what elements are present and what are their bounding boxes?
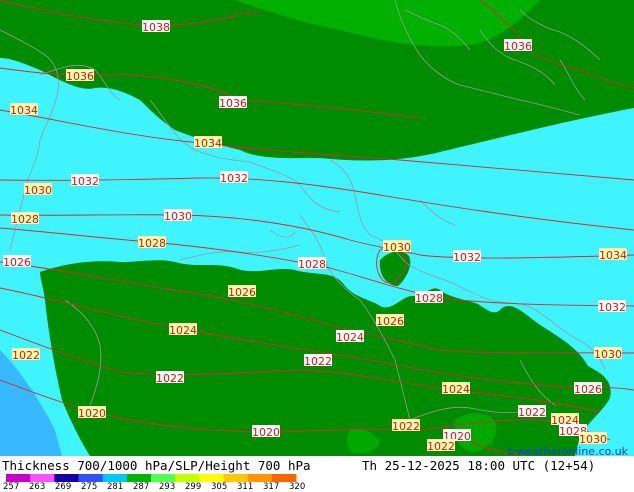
isobar-label: 1038 xyxy=(142,21,170,34)
scale-swatch xyxy=(175,474,200,482)
scale-swatch xyxy=(78,474,104,482)
isobar-label: 1028 xyxy=(11,213,39,226)
isobar-label: 1020 xyxy=(78,407,106,420)
scale-tick-label: 320 xyxy=(289,482,306,492)
scale-swatch xyxy=(151,474,176,482)
isobar-label: 1022 xyxy=(12,349,40,362)
isobar-label: 1036 xyxy=(66,70,94,83)
isobar-label: 1034 xyxy=(599,249,627,262)
isobar-label: 1028 xyxy=(415,292,443,305)
scale-tick-label: 299 xyxy=(185,482,202,492)
scale-tick-label: 287 xyxy=(133,482,150,492)
map-footer: ©weatheronline.co.uk Thickness 700/1000 … xyxy=(0,445,634,492)
isobar-label: 1024 xyxy=(336,331,364,344)
isobar-label: 1026 xyxy=(376,315,404,328)
isobar-label: 1032 xyxy=(71,175,99,188)
isobar-label: 1032 xyxy=(453,251,481,264)
isobar-label: 1022 xyxy=(304,355,332,368)
isobar-label: 1036 xyxy=(219,97,247,110)
isobar-label: 1022 xyxy=(392,420,420,433)
scale-tick-label: 263 xyxy=(29,482,46,492)
scale-tick-label: 269 xyxy=(55,482,72,492)
scale-tick-label: 281 xyxy=(107,482,124,492)
isobar-label: 1030 xyxy=(24,184,52,197)
scale-swatch xyxy=(30,474,55,482)
isobar-label: 1034 xyxy=(194,137,222,150)
scale-tick-label: 317 xyxy=(263,482,280,492)
isobar-label: 1032 xyxy=(598,301,626,314)
isobar-label: 1022 xyxy=(518,406,546,419)
scale-swatch xyxy=(271,474,297,482)
isobar-label: 1028 xyxy=(298,258,326,271)
isobar-label: 1034 xyxy=(10,104,38,117)
credit-text[interactable]: ©weatheronline.co.uk xyxy=(506,445,628,458)
thickness-color-scale xyxy=(6,474,297,482)
isobar-label: 1026 xyxy=(228,286,256,299)
isobar-label: 1022 xyxy=(156,372,184,385)
isobar-label: 1020 xyxy=(252,426,280,439)
scale-swatch xyxy=(223,474,249,482)
scale-swatch xyxy=(199,474,224,482)
weather-map: 1038 1036 1036 1034 1036 1034 1032 1030 1032 1028… xyxy=(0,0,634,456)
isobar-label: 1030 xyxy=(383,241,411,254)
scale-swatch xyxy=(54,474,79,482)
isobar-label: 1030 xyxy=(594,348,622,361)
scale-swatch xyxy=(6,474,31,482)
isobar-label: 1026 xyxy=(3,256,31,269)
map-title: Thickness 700/1000 hPa/SLP/Height 700 hP… xyxy=(2,458,311,473)
scale-tick-label: 275 xyxy=(81,482,98,492)
scale-tick-label: 293 xyxy=(159,482,176,492)
valid-time: Th 25-12-2025 18:00 UTC (12+54) xyxy=(362,458,596,473)
isobar-label: 1022 xyxy=(427,440,455,453)
scale-tick-label: 305 xyxy=(211,482,228,492)
scale-swatch xyxy=(247,474,273,482)
scale-tick-label: 257 xyxy=(3,482,20,492)
isobar-label: 1026 xyxy=(574,383,602,396)
isobar-label: 1028 xyxy=(138,237,166,250)
scale-tick-label: 311 xyxy=(237,482,254,492)
scale-swatch xyxy=(126,474,152,482)
isobar-label: 1036 xyxy=(504,40,532,53)
isobar-label: 1024 xyxy=(169,324,197,337)
isobar-label: 1032 xyxy=(220,172,248,185)
isobar-label: 1030 xyxy=(164,210,192,223)
isobar-label: 1024 xyxy=(442,383,470,396)
scale-swatch xyxy=(102,474,128,482)
